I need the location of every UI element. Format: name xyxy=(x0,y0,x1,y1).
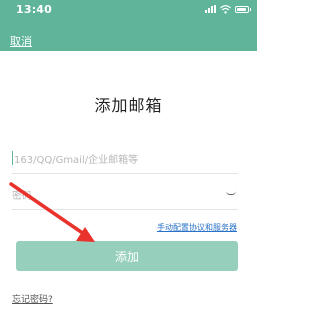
add-button[interactable]: 添加 xyxy=(16,241,238,271)
status-time: 13:40 xyxy=(16,3,53,16)
page-title: 添加邮箱 xyxy=(94,96,163,115)
header-bar: 13:40 取消 xyxy=(0,0,257,51)
email-input[interactable] xyxy=(14,150,204,171)
text-cursor xyxy=(12,151,13,165)
signal-icon xyxy=(205,5,216,13)
battery-icon xyxy=(235,5,251,13)
status-icons xyxy=(205,4,251,14)
cancel-button[interactable]: 取消 xyxy=(10,33,32,49)
email-field[interactable] xyxy=(12,148,238,174)
wifi-icon xyxy=(220,4,231,14)
manual-config-link[interactable]: 手动配置协议和服务器 xyxy=(157,222,237,233)
forgot-password-link[interactable]: 忘记密码? xyxy=(12,292,53,305)
password-field[interactable] xyxy=(12,184,238,210)
eye-icon[interactable] xyxy=(226,191,236,195)
password-input[interactable] xyxy=(12,186,202,207)
